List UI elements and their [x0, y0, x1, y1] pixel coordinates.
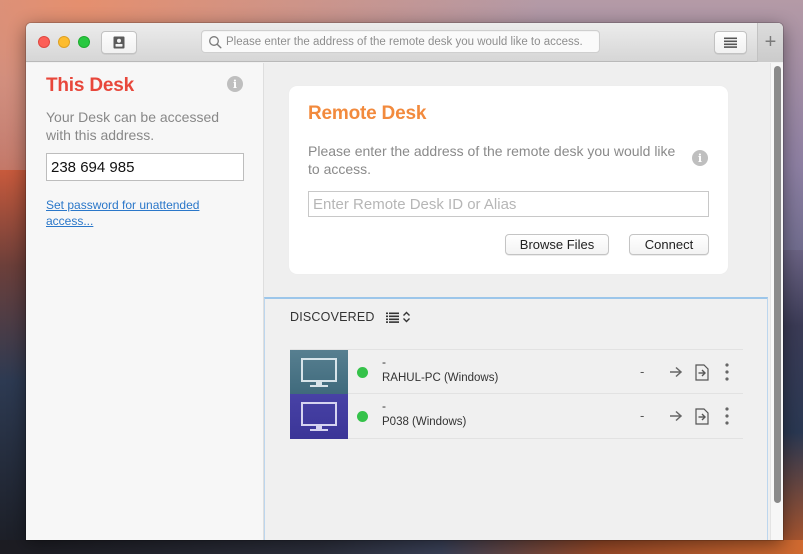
- file-transfer-button[interactable]: [694, 406, 710, 426]
- device-extra: -: [640, 408, 645, 423]
- remote-desk-description: Please enter the address of the remote d…: [308, 143, 676, 177]
- more-options-button[interactable]: [722, 362, 732, 382]
- connect-device-button[interactable]: [668, 406, 684, 426]
- browse-files-button[interactable]: Browse Files: [505, 234, 609, 255]
- close-window-button[interactable]: [38, 36, 50, 48]
- search-icon: [209, 35, 222, 49]
- arrow-right-icon: [670, 366, 683, 378]
- desktop-wallpaper-right: [781, 250, 803, 554]
- list-view-icon: [386, 312, 399, 323]
- file-transfer-icon: [695, 407, 709, 425]
- desktop-wallpaper-bottom: [0, 540, 803, 554]
- main-area: Remote Desk Please enter the address of …: [264, 63, 783, 540]
- remote-desk-id-input[interactable]: [308, 191, 709, 217]
- info-icon[interactable]: i: [227, 76, 243, 92]
- titlebar: +: [26, 23, 783, 62]
- device-row[interactable]: - RAHUL-PC (Windows) -: [290, 349, 743, 395]
- device-name: RAHUL-PC (Windows): [382, 372, 499, 384]
- discovered-label: DISCOVERED: [290, 310, 375, 324]
- address-search-bar[interactable]: [201, 30, 600, 53]
- this-desk-description: Your Desk can be accessed with this addr…: [46, 109, 220, 143]
- vertical-scrollbar[interactable]: [770, 63, 783, 540]
- this-desk-panel: This Desk i Your Desk can be accessed wi…: [26, 63, 264, 540]
- view-sort-toggle[interactable]: [386, 309, 412, 325]
- online-status-dot: [357, 411, 368, 422]
- hamburger-menu-icon: [724, 37, 737, 48]
- file-transfer-icon: [695, 363, 709, 381]
- new-tab-button[interactable]: +: [757, 23, 783, 62]
- connect-button[interactable]: Connect: [629, 234, 709, 255]
- vertical-ellipsis-icon: [725, 407, 729, 425]
- address-book-button[interactable]: [101, 31, 137, 54]
- desk-address-field[interactable]: [46, 153, 244, 181]
- device-name: P038 (Windows): [382, 416, 467, 428]
- menu-button[interactable]: [714, 31, 747, 54]
- online-status-dot: [357, 367, 368, 378]
- info-icon[interactable]: i: [692, 150, 708, 166]
- device-thumbnail: [290, 350, 348, 395]
- address-search-input[interactable]: [226, 35, 596, 48]
- contact-card-icon: [113, 36, 125, 49]
- minimize-window-button[interactable]: [58, 36, 70, 48]
- monitor-icon: [301, 401, 337, 431]
- scrollbar-thumb[interactable]: [774, 66, 781, 503]
- app-window: + This Desk i Your Desk can be accessed …: [26, 23, 783, 540]
- arrow-right-icon: [670, 410, 683, 422]
- maximize-window-button[interactable]: [78, 36, 90, 48]
- device-alias: -: [382, 399, 386, 413]
- set-password-link[interactable]: Set password for unattended access...: [46, 197, 236, 229]
- remote-desk-card: Remote Desk Please enter the address of …: [289, 86, 728, 274]
- file-transfer-button[interactable]: [694, 362, 710, 382]
- connect-device-button[interactable]: [668, 362, 684, 382]
- more-options-button[interactable]: [722, 406, 732, 426]
- device-thumbnail: [290, 394, 348, 439]
- vertical-ellipsis-icon: [725, 363, 729, 381]
- this-desk-title: This Desk: [46, 75, 134, 96]
- remote-desk-title: Remote Desk: [308, 103, 427, 124]
- sort-chevron-icon: [403, 311, 410, 323]
- device-row[interactable]: - P038 (Windows) -: [290, 394, 743, 439]
- discovered-section: DISCOVERED - RAHUL-PC (Windows) - - P038…: [264, 297, 768, 540]
- device-alias: -: [382, 355, 386, 369]
- monitor-icon: [301, 357, 337, 387]
- device-extra: -: [640, 364, 645, 379]
